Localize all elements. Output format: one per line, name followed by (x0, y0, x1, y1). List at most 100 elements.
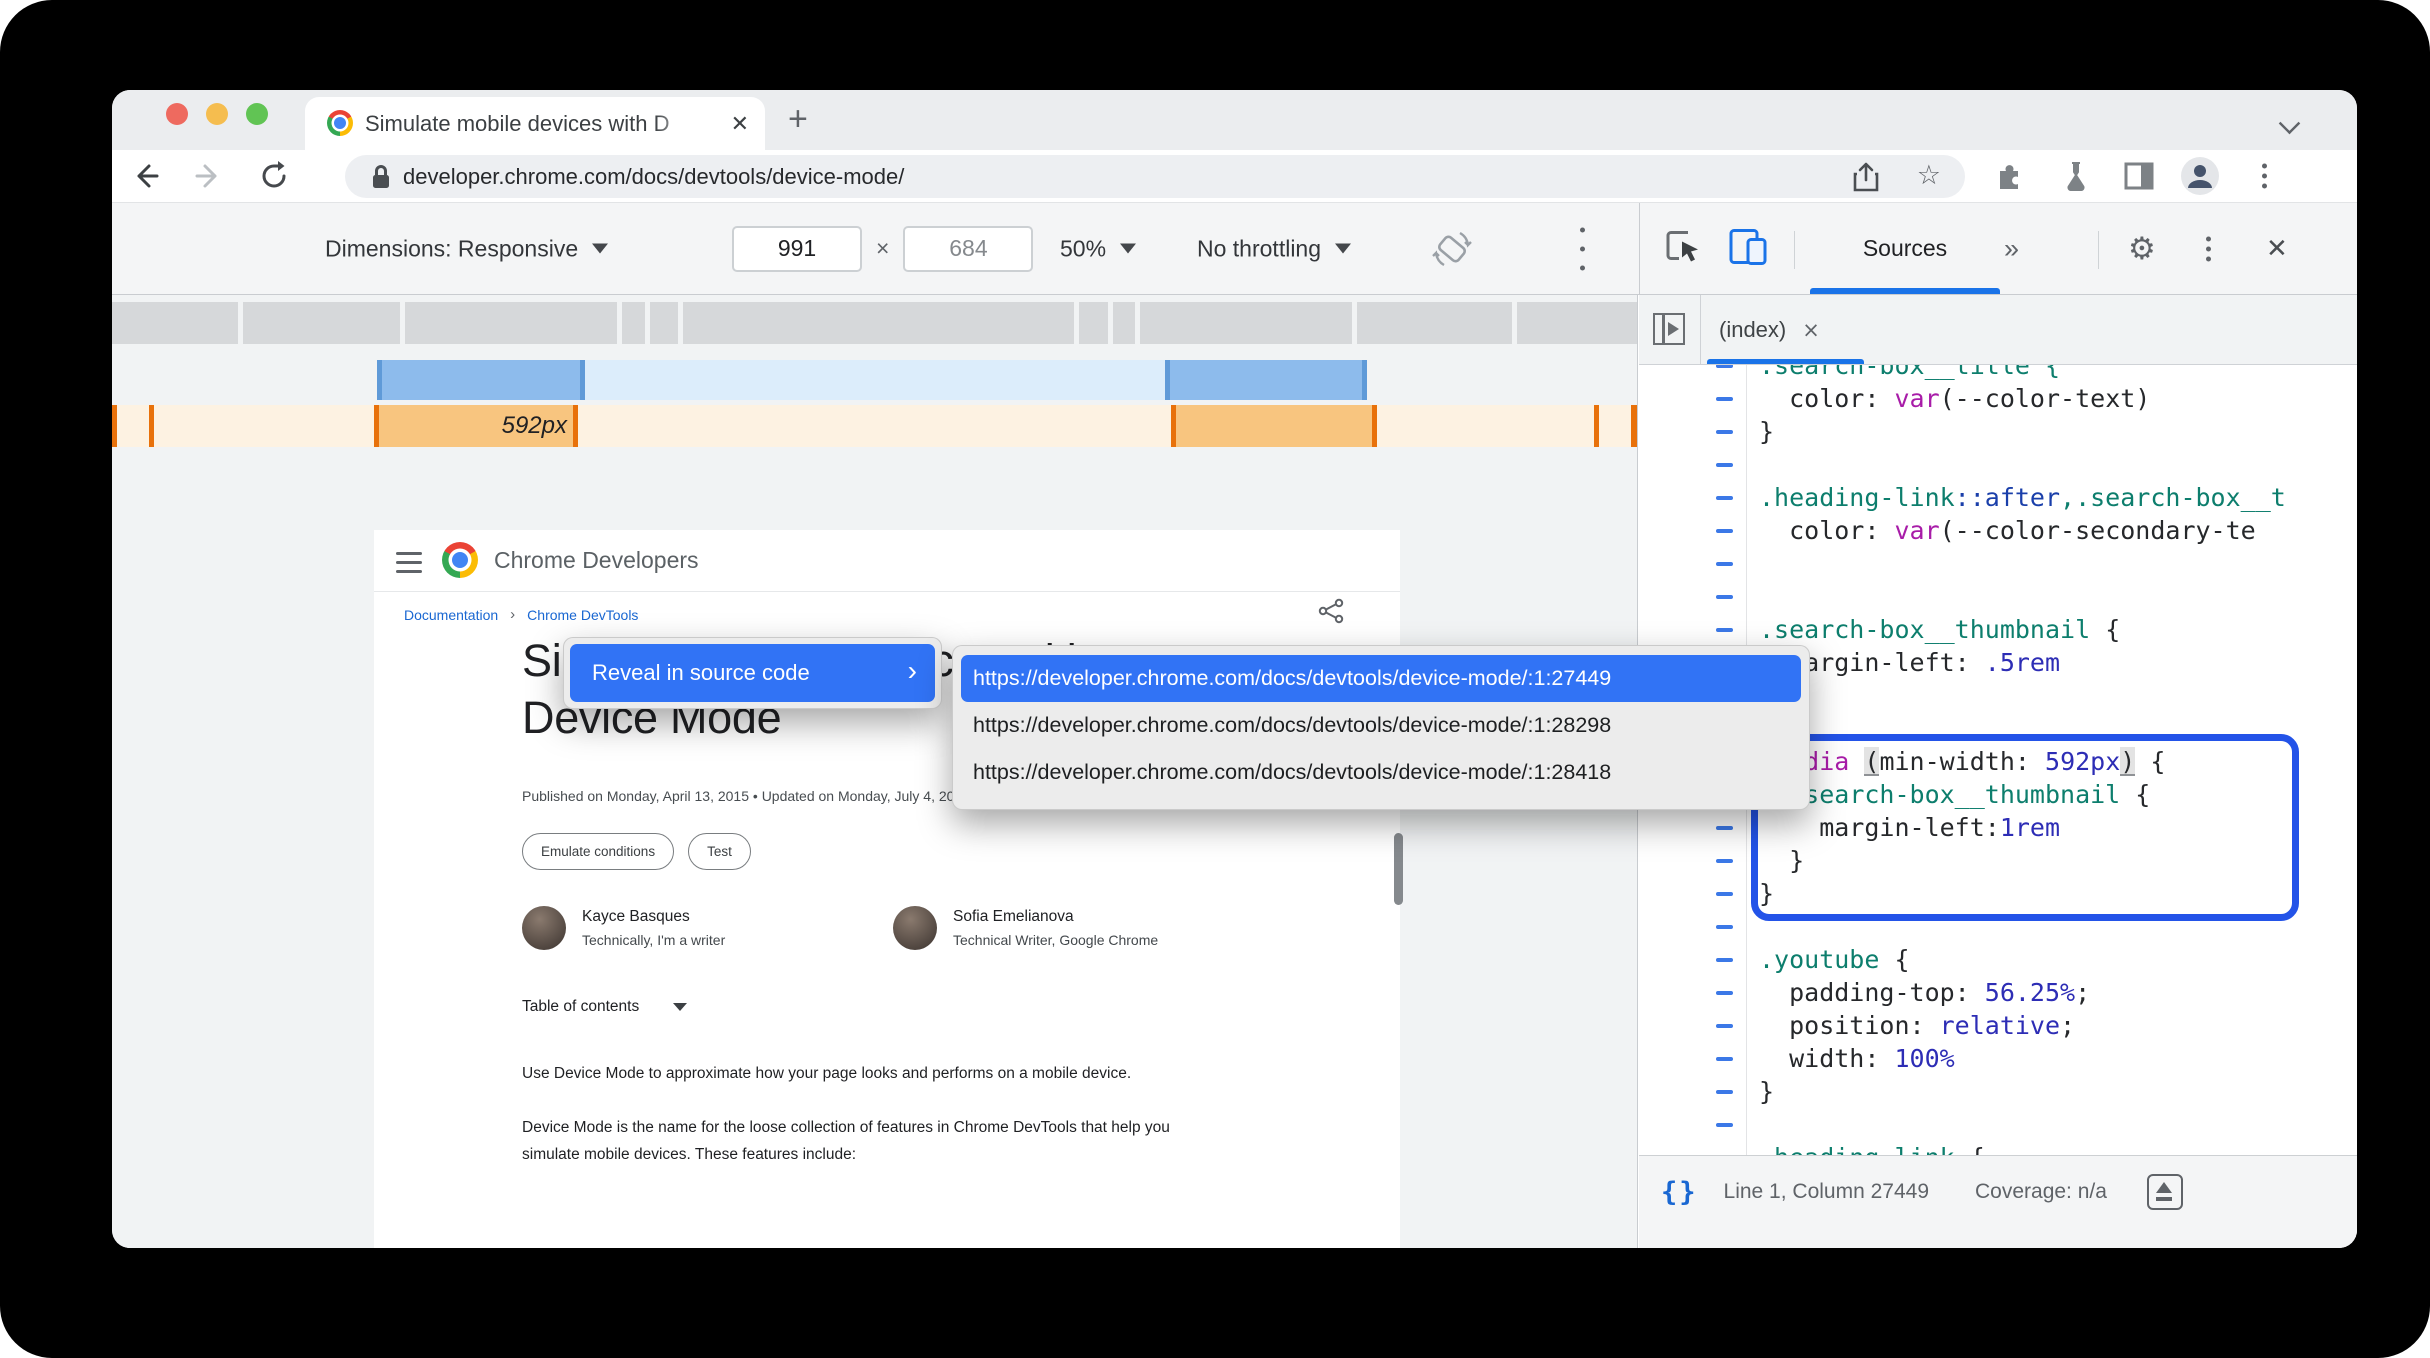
pretty-print-icon[interactable]: {} (1661, 1177, 1698, 1208)
media-query-blue-segment[interactable] (585, 360, 1165, 400)
media-query-orange-segment[interactable] (154, 405, 374, 447)
address-bar[interactable]: developer.chrome.com/docs/devtools/devic… (345, 155, 1965, 198)
code-line[interactable] (1639, 580, 2357, 613)
viewport-width-input[interactable] (732, 225, 862, 272)
ruler-segment (1140, 302, 1352, 344)
media-query-orange-segment[interactable] (1631, 405, 1637, 447)
code-line[interactable]: color: var(--color-text) (1639, 382, 2357, 415)
topic-chip[interactable]: Test (688, 833, 751, 870)
file-tab-close-icon[interactable]: × (1802, 318, 1820, 342)
breadcrumb-link[interactable]: Chrome DevTools (527, 607, 638, 623)
media-query-orange-segment[interactable]: 592px (379, 405, 573, 447)
submenu-item-source-url[interactable]: https://developer.chrome.com/docs/devtoo… (961, 749, 1801, 796)
code-line[interactable]: padding-top: 56.25%; (1639, 976, 2357, 1009)
share-icon[interactable] (1853, 162, 1879, 192)
close-window-button[interactable] (166, 103, 188, 125)
inspect-element-icon[interactable] (1664, 227, 1702, 270)
media-query-blue-segment[interactable] (1165, 360, 1367, 400)
code-line[interactable]: width: 100% (1639, 1042, 2357, 1075)
maximize-window-button[interactable] (246, 103, 268, 125)
media-query-orange-segment[interactable] (578, 405, 1171, 447)
code-line[interactable]: } (1639, 1075, 2357, 1108)
settings-gear-icon[interactable]: ⚙ (2128, 231, 2156, 267)
gutter-line-marker (1716, 397, 1733, 401)
device-toolbar: Dimensions: Responsive × 50% No throttli… (112, 202, 2357, 295)
media-query-blue-segment[interactable] (377, 360, 585, 400)
tab-close-icon[interactable]: ✕ (731, 97, 749, 150)
tab-sources[interactable]: Sources (1810, 203, 2000, 294)
site-name[interactable]: Chrome Developers (494, 530, 699, 590)
extensions-puzzle-icon[interactable] (1994, 161, 2024, 191)
profile-avatar[interactable] (2180, 156, 2220, 196)
code-line[interactable] (1639, 547, 2357, 580)
gutter-line-marker (1716, 1123, 1733, 1127)
rotate-viewport-button[interactable] (1430, 227, 1474, 271)
browser-menu-icon[interactable] (2262, 163, 2267, 189)
toolbar-divider (2098, 231, 2099, 269)
code-line[interactable] (1639, 910, 2357, 943)
code-line[interactable]: .heading-link { (1639, 1141, 2357, 1155)
media-query-orange-segment[interactable] (117, 405, 149, 447)
code-line[interactable]: } (1639, 877, 2357, 910)
code-line[interactable]: .heading-link::after,.search-box__t (1639, 481, 2357, 514)
breadcrumb: Documentation › Chrome DevTools (404, 606, 638, 623)
reload-button[interactable] (258, 160, 290, 192)
file-tab-index[interactable]: (index) × (1701, 295, 1838, 364)
share-page-icon[interactable] (1318, 598, 1344, 629)
devtools-menu-icon[interactable] (2206, 236, 2211, 261)
submenu-item-source-url[interactable]: https://developer.chrome.com/docs/devtoo… (961, 702, 1801, 749)
tab-search-chevron-icon[interactable] (2278, 112, 2301, 135)
browser-tab[interactable]: Simulate mobile devices with D ✕ (305, 97, 765, 150)
code-line[interactable] (1639, 448, 2357, 481)
devtools-close-icon[interactable]: ✕ (2266, 234, 2288, 264)
open-file-icon[interactable] (2146, 1174, 2183, 1210)
code-line[interactable] (1639, 1108, 2357, 1141)
show-navigator-icon[interactable] (1639, 295, 1701, 364)
dimension-times-label: × (876, 235, 890, 261)
media-query-orange-segment[interactable] (1599, 405, 1631, 447)
device-toolbar-menu-icon[interactable] (1580, 227, 1585, 270)
device-toolbar-toggle-icon[interactable] (1728, 227, 1768, 270)
code-line[interactable]: .youtube { (1639, 943, 2357, 976)
back-button[interactable] (130, 161, 160, 191)
media-query-orange-segment[interactable] (1377, 405, 1594, 447)
code-line[interactable]: .search-box__title { (1639, 365, 2357, 382)
ruler-segment (1357, 302, 1512, 344)
gutter-line-marker (1716, 595, 1733, 599)
code-line[interactable]: } (1639, 415, 2357, 448)
hamburger-menu-icon[interactable] (396, 552, 422, 579)
more-panels-icon[interactable]: » (2004, 233, 2019, 264)
code-line[interactable]: .search-box__thumbnail { (1639, 613, 2357, 646)
dimensions-dropdown[interactable]: Dimensions: Responsive (325, 235, 609, 262)
bookmark-star-icon[interactable]: ☆ (1917, 155, 1941, 198)
submenu-item-source-url[interactable]: https://developer.chrome.com/docs/devtoo… (961, 655, 1801, 702)
media-query-bar-max-width[interactable]: 592px (112, 405, 1637, 447)
lock-icon (371, 164, 391, 190)
minimize-window-button[interactable] (206, 103, 228, 125)
topic-chip[interactable]: Emulate conditions (522, 833, 675, 870)
zoom-dropdown[interactable]: 50% (1060, 235, 1137, 262)
throttling-dropdown[interactable]: No throttling (1197, 235, 1352, 262)
experiments-flask-icon[interactable] (2062, 161, 2090, 191)
page-scrollbar-thumb[interactable] (1394, 833, 1403, 905)
media-query-orange-segment[interactable] (1176, 405, 1372, 447)
browser-navbar: developer.chrome.com/docs/devtools/devic… (112, 150, 2357, 202)
media-query-bar-min-width[interactable] (112, 360, 1637, 400)
devtools-content: 592px Chrome Developers Documentation › Ch… (112, 295, 2357, 1248)
menu-item-reveal-in-source[interactable]: Reveal in source code › (570, 644, 935, 702)
tab-strip: Simulate mobile devices with D ✕ + (112, 90, 2357, 150)
new-tab-button[interactable]: + (788, 90, 808, 150)
code-line[interactable]: color: var(--color-secondary-te (1639, 514, 2357, 547)
ruler-segment (1517, 302, 1637, 344)
side-panel-icon[interactable] (2124, 162, 2154, 190)
table-of-contents-toggle[interactable]: Table of contents (522, 998, 688, 1016)
code-line[interactable]: } (1639, 844, 2357, 877)
code-line[interactable]: position: relative; (1639, 1009, 2357, 1042)
viewport-height-input[interactable] (903, 225, 1034, 272)
gutter-line-marker (1716, 365, 1733, 368)
forward-button[interactable] (194, 161, 224, 191)
gutter-line-marker (1716, 1057, 1733, 1061)
author: Kayce Basques Technically, I'm a writer (522, 902, 725, 950)
breadcrumb-link[interactable]: Documentation (404, 607, 498, 623)
code-line[interactable]: margin-left:1rem (1639, 811, 2357, 844)
